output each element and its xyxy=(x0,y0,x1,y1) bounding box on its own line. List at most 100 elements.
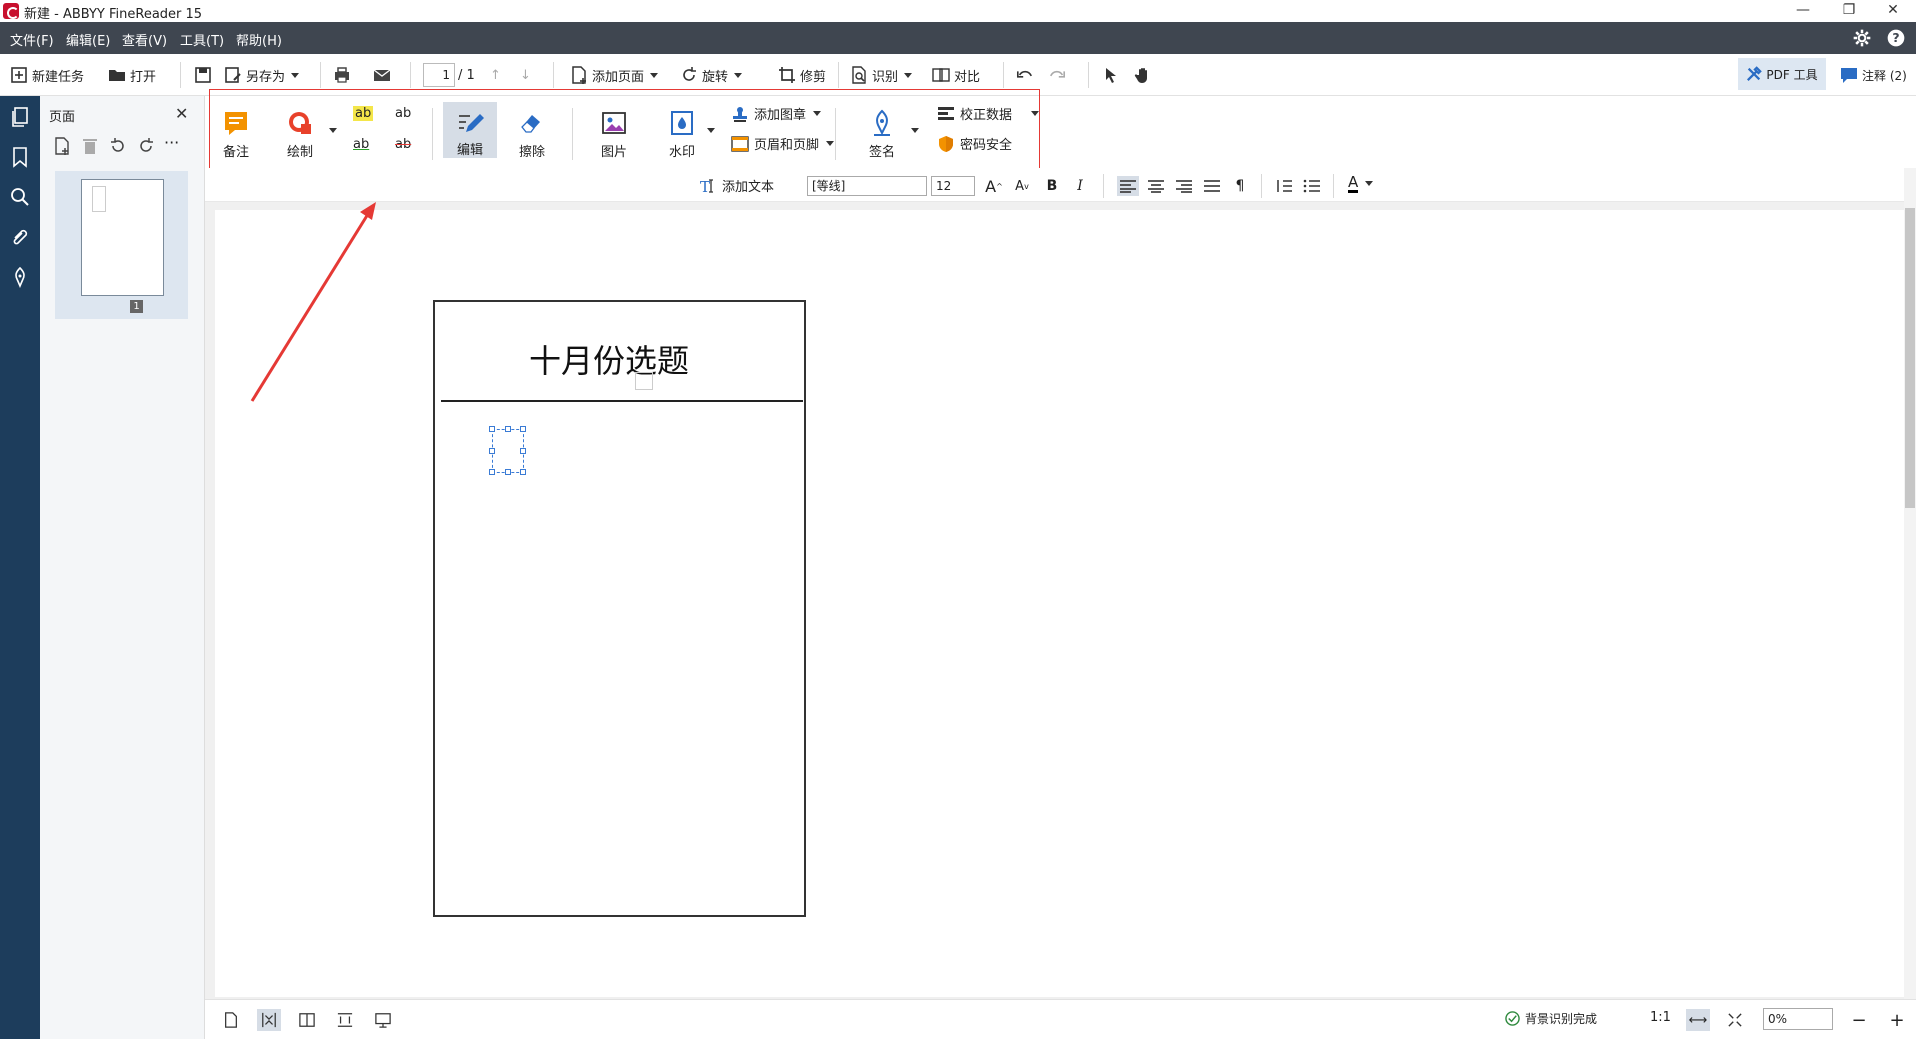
pages-icon[interactable] xyxy=(9,106,31,128)
decrease-font-icon[interactable]: Av xyxy=(1011,176,1033,196)
fit-width-view-icon[interactable] xyxy=(257,1009,281,1031)
continuous-view-icon[interactable] xyxy=(333,1009,357,1031)
menu-tools[interactable]: 工具(T) xyxy=(180,30,224,49)
two-page-view-icon[interactable] xyxy=(295,1009,319,1031)
page-thumbnail-selected[interactable]: 1 xyxy=(55,171,188,319)
single-page-view-icon[interactable] xyxy=(219,1009,243,1031)
save-as-button[interactable]: 另存为 xyxy=(224,63,300,87)
folder-icon xyxy=(109,70,125,81)
menu-view[interactable]: 查看(V) xyxy=(122,30,167,49)
recognize-label: 识别 xyxy=(872,69,899,85)
attachment-icon[interactable] xyxy=(9,226,31,248)
email-button[interactable] xyxy=(373,63,391,87)
menu-help[interactable]: 帮助(H) xyxy=(236,30,282,49)
add-page-button[interactable]: 添加页面 xyxy=(570,63,659,87)
prev-page-arrow-icon[interactable]: ↑ xyxy=(490,63,501,87)
add-page-icon[interactable] xyxy=(52,136,72,156)
align-left-icon[interactable] xyxy=(1117,176,1139,196)
save-button[interactable] xyxy=(194,63,212,87)
close-panel-icon[interactable]: ✕ xyxy=(175,104,188,123)
font-family-select[interactable]: [等线] xyxy=(807,176,927,196)
list-icon[interactable] xyxy=(1301,176,1323,196)
printer-icon xyxy=(335,67,349,83)
rotate-button[interactable]: 旋转 xyxy=(680,63,743,87)
font-size-select[interactable]: 12 xyxy=(931,176,975,196)
menu-edit[interactable]: 编辑(E) xyxy=(66,30,110,49)
empty-text-box[interactable] xyxy=(489,426,526,475)
menu-file[interactable]: 文件(F) xyxy=(10,30,54,49)
signature-pen-icon[interactable] xyxy=(9,266,31,288)
new-task-button[interactable]: 新建任务 xyxy=(10,63,84,87)
comments-button[interactable]: 注释 (2) xyxy=(1840,63,1907,87)
zoom-out-icon[interactable]: − xyxy=(1847,1009,1871,1031)
select-tool-button[interactable] xyxy=(1102,63,1120,87)
open-button[interactable]: 打开 xyxy=(108,63,156,87)
fit-page-icon[interactable] xyxy=(1723,1009,1747,1031)
rotate-right-icon[interactable] xyxy=(136,136,156,156)
save-as-icon xyxy=(225,67,241,83)
more-options-icon[interactable]: ··· xyxy=(164,135,184,156)
rotate-left-icon[interactable] xyxy=(108,136,128,156)
settings-gear-icon[interactable] xyxy=(1852,28,1874,50)
justify-icon[interactable] xyxy=(1201,176,1223,196)
compare-icon xyxy=(932,68,950,82)
page-total: / 1 xyxy=(458,67,475,83)
recognize-button[interactable]: 识别 xyxy=(850,63,913,87)
pdf-tools-label: PDF 工具 xyxy=(1766,67,1818,82)
presentation-view-icon[interactable] xyxy=(371,1009,395,1031)
actual-size-button[interactable]: 1:1 xyxy=(1650,1010,1671,1025)
background-recognition-status: 背景识别完成 xyxy=(1505,1010,1597,1027)
bold-button[interactable]: B xyxy=(1041,176,1063,196)
compare-button[interactable]: 对比 xyxy=(932,63,980,87)
restore-button[interactable]: ❐ xyxy=(1826,0,1872,22)
page-thumbnail[interactable] xyxy=(81,179,164,296)
add-text-label: 添加文本 xyxy=(722,180,775,195)
crop-button[interactable]: 修剪 xyxy=(778,63,826,87)
line-spacing-icon[interactable] xyxy=(1273,176,1295,196)
background-recognition-label: 背景识别完成 xyxy=(1525,1012,1598,1026)
fit-width-icon[interactable]: ⟷ xyxy=(1686,1009,1710,1031)
next-page-arrow-icon[interactable]: ↓ xyxy=(520,63,531,87)
delete-page-icon[interactable] xyxy=(80,136,100,156)
text-box-anchor[interactable] xyxy=(635,372,653,390)
minimize-button[interactable]: — xyxy=(1780,0,1826,22)
search-icon[interactable] xyxy=(9,186,31,208)
horizontal-rule xyxy=(441,400,803,402)
redo-button[interactable] xyxy=(1048,63,1066,87)
hand-icon xyxy=(1134,68,1147,83)
italic-button[interactable]: I xyxy=(1069,176,1091,196)
document-title-text[interactable]: 十月份选题 xyxy=(529,336,689,382)
align-center-icon[interactable] xyxy=(1145,176,1167,196)
document-frame[interactable]: 十月份选题 xyxy=(433,300,806,917)
new-task-icon xyxy=(11,67,27,83)
undo-button[interactable] xyxy=(1016,63,1034,87)
hand-tool-button[interactable] xyxy=(1134,63,1152,87)
pdf-tools-icon xyxy=(1747,66,1763,82)
svg-text:T: T xyxy=(700,178,710,195)
pdf-tools-button[interactable]: PDF 工具 xyxy=(1738,58,1826,90)
rotate-icon xyxy=(683,67,696,81)
pages-panel-title: 页面 xyxy=(49,110,76,125)
new-task-label: 新建任务 xyxy=(32,69,85,85)
close-window-button[interactable]: ✕ xyxy=(1870,0,1916,22)
align-right-icon[interactable] xyxy=(1173,176,1195,196)
help-icon[interactable]: ? xyxy=(1886,28,1908,50)
add-page-icon xyxy=(572,66,586,84)
zoom-in-icon[interactable]: + xyxy=(1885,1009,1909,1031)
increase-font-icon[interactable]: A ^ xyxy=(983,176,1005,196)
vertical-scrollbar[interactable] xyxy=(1904,168,1916,1039)
page-number-input[interactable]: 1 xyxy=(423,63,455,87)
text-color-label: A xyxy=(1348,173,1359,193)
print-button[interactable] xyxy=(333,63,351,87)
svg-text:?: ? xyxy=(1892,30,1899,45)
paragraph-icon[interactable]: ¶ xyxy=(1229,176,1251,196)
menu-bar: 文件(F) 编辑(E) 查看(V) 工具(T) 帮助(H) ? xyxy=(0,22,1916,54)
add-text-button[interactable]: T 添加文本 xyxy=(699,176,775,196)
title-bar: 新建 - ABBYY FineReader 15 — ❐ ✕ xyxy=(0,0,1916,22)
text-color-button[interactable]: A xyxy=(1348,173,1374,193)
crop-label: 修剪 xyxy=(800,69,827,85)
cursor-arrow-icon xyxy=(1106,68,1116,83)
scrollbar-thumb[interactable] xyxy=(1905,208,1915,508)
bookmark-icon[interactable] xyxy=(9,146,31,168)
zoom-select[interactable]: 0% xyxy=(1763,1008,1833,1030)
